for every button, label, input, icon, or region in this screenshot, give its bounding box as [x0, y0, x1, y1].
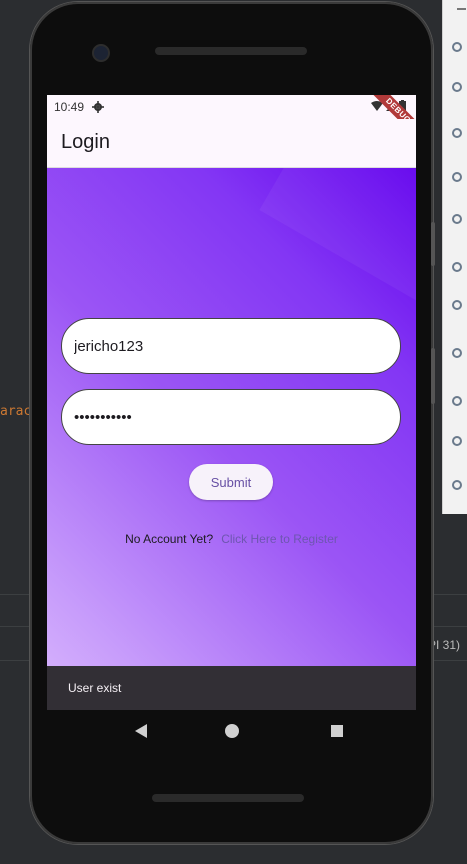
password-input[interactable] — [72, 407, 376, 427]
top-speaker — [155, 47, 307, 55]
username-input[interactable] — [72, 336, 376, 356]
recents-icon[interactable] — [331, 725, 343, 737]
gear-icon — [92, 101, 105, 113]
tool-icon[interactable] — [452, 300, 462, 310]
tool-icon[interactable] — [452, 262, 462, 272]
tool-icon[interactable] — [452, 172, 462, 182]
device-screen: 10:49 DEBUG Login Submit — [47, 95, 416, 710]
register-question: No Account Yet? — [125, 532, 214, 546]
ide-code-snippet: arac — [0, 404, 32, 419]
tool-icon[interactable] — [452, 82, 462, 92]
tool-icon[interactable] — [452, 396, 462, 406]
snackbar-message: User exist — [68, 681, 122, 695]
snackbar: User exist — [47, 666, 416, 710]
register-row: No Account Yet? Click Here to Register — [47, 532, 416, 546]
status-time: 10:49 — [54, 100, 85, 114]
minimize-icon[interactable] — [457, 8, 466, 10]
tool-icon[interactable] — [452, 42, 462, 52]
phone-frame: 10:49 DEBUG Login Submit — [30, 2, 435, 844]
home-icon[interactable] — [225, 724, 239, 738]
tool-icon[interactable] — [452, 348, 462, 358]
app-bar: Login — [47, 119, 416, 168]
bottom-speaker — [152, 794, 304, 802]
password-field[interactable] — [61, 389, 401, 445]
volume-button[interactable] — [431, 348, 435, 404]
tool-icon[interactable] — [452, 128, 462, 138]
tool-icon[interactable] — [452, 480, 462, 490]
background-streak — [259, 168, 416, 310]
status-bar: 10:49 DEBUG — [47, 95, 416, 144]
tool-icon[interactable] — [452, 436, 462, 446]
power-button[interactable] — [431, 222, 435, 266]
tool-icon[interactable] — [452, 214, 462, 224]
register-link[interactable]: Click Here to Register — [221, 532, 338, 546]
login-body: Submit No Account Yet? Click Here to Regi… — [47, 168, 416, 666]
front-camera — [92, 44, 110, 62]
submit-button[interactable]: Submit — [189, 464, 273, 500]
username-field[interactable] — [61, 318, 401, 374]
ide-tool-panel — [442, 0, 467, 514]
back-icon[interactable] — [135, 724, 147, 738]
page-title: Login — [61, 131, 110, 153]
nav-bar — [47, 710, 416, 754]
